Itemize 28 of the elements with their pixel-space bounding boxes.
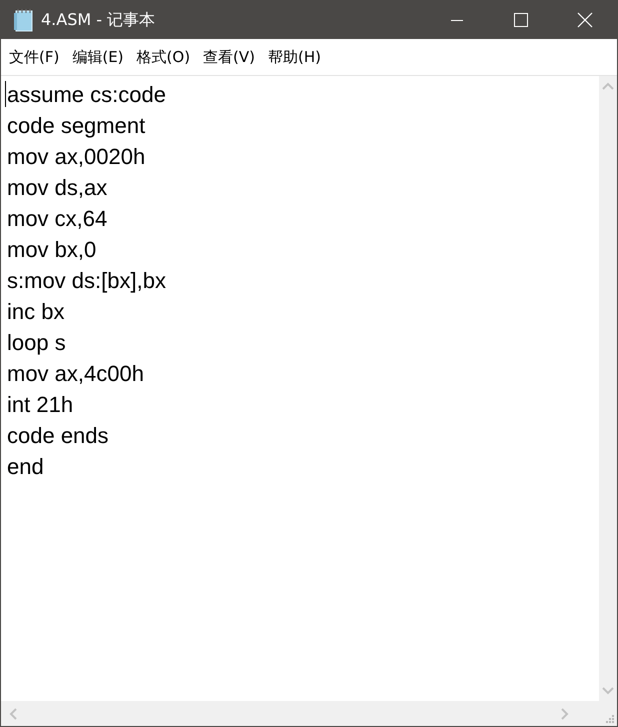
code-line: mov ax,0020h <box>7 143 146 171</box>
scroll-left-icon[interactable] <box>9 708 17 720</box>
code-line: mov cx,64 <box>7 205 108 233</box>
code-line: inc bx <box>7 298 64 326</box>
code-line: code ends <box>7 422 109 450</box>
text-cursor <box>5 81 6 107</box>
code-line: mov ax,4c00h <box>7 360 144 388</box>
window-title: 4.ASM - 记事本 <box>41 10 156 30</box>
maximize-icon <box>514 13 528 27</box>
resize-grip-icon[interactable] <box>605 714 615 724</box>
scroll-right-icon[interactable] <box>561 708 569 720</box>
notepad-icon <box>13 8 35 32</box>
menu-item[interactable]: 编辑(E) <box>66 44 131 70</box>
code-line: loop s <box>7 329 66 357</box>
scroll-down-icon[interactable] <box>602 687 614 695</box>
menu-item[interactable]: 帮助(H) <box>262 44 328 70</box>
code-line: end <box>7 453 44 481</box>
code-line: code segment <box>7 112 146 140</box>
menu-item[interactable]: 格式(O) <box>130 44 198 70</box>
menu-item[interactable]: 文件(F) <box>3 44 66 70</box>
code-line: int 21h <box>7 391 74 419</box>
code-line: s:mov ds:[bx],bx <box>7 267 166 295</box>
close-icon <box>577 12 593 28</box>
scroll-up-icon[interactable] <box>602 82 614 90</box>
code-line: mov bx,0 <box>7 236 96 264</box>
code-line: assume cs:code <box>7 81 166 109</box>
menu-item[interactable]: 查看(V) <box>197 44 262 70</box>
code-line: mov ds,ax <box>7 174 108 202</box>
